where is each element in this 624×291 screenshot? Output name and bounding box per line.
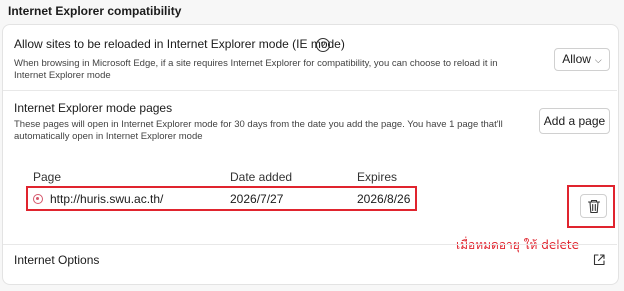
section-title: Internet Explorer compatibility <box>8 4 182 18</box>
divider <box>3 90 617 91</box>
dropdown-value: Allow <box>562 52 591 66</box>
chevron-down-icon: ⌵ <box>594 55 602 65</box>
add-page-button[interactable]: Add a page <box>539 108 610 134</box>
external-link-icon[interactable] <box>592 253 606 267</box>
question-circle-icon[interactable]: ? <box>316 38 330 52</box>
delete-page-button[interactable] <box>580 194 607 218</box>
column-header-page: Page <box>33 170 62 184</box>
ie-reload-dropdown[interactable]: Allow ⌵ <box>554 48 610 71</box>
ie-reload-description: When browsing in Microsoft Edge, if a si… <box>14 58 498 81</box>
ie-reload-title: Allow sites to be reloaded in Internet E… <box>14 37 345 51</box>
column-header-expires: Expires <box>357 170 398 184</box>
column-header-date-added: Date added <box>230 170 293 184</box>
ie-pages-description: These pages will open in Internet Explor… <box>14 119 503 142</box>
annotation-note: เมื่อหมดอายุ ให้ delete <box>456 238 580 252</box>
trash-icon <box>587 199 601 214</box>
divider <box>3 244 617 245</box>
row-highlight-box <box>26 186 417 211</box>
internet-options-label: Internet Options <box>14 253 100 267</box>
ie-pages-title: Internet Explorer mode pages <box>14 101 173 115</box>
